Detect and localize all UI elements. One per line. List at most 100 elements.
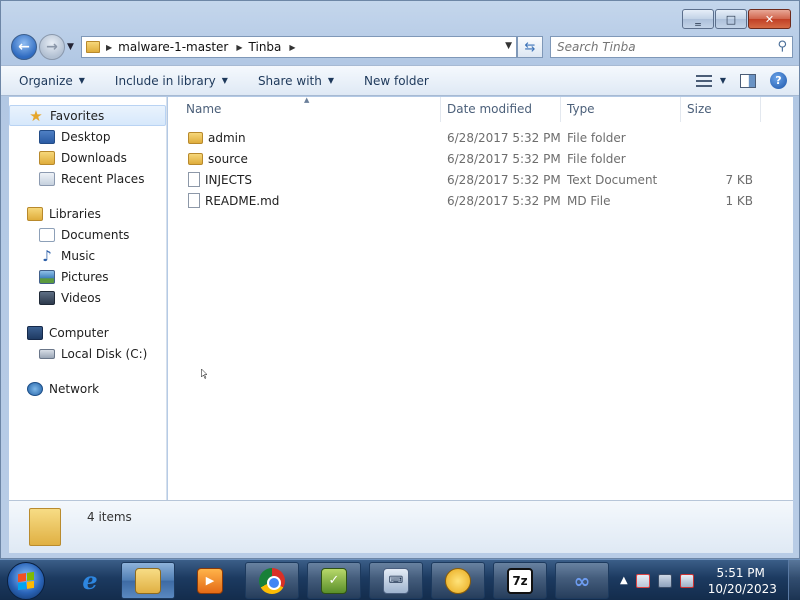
folder-icon (188, 131, 203, 144)
local-disk-icon (39, 348, 55, 359)
caption-buttons: ‗ □ ✕ (682, 9, 791, 29)
file-list: admin 6/28/2017 5:32 PM File folder sour… (168, 127, 793, 211)
sort-ascending-icon: ▲ (304, 95, 310, 104)
breadcrumb-separator-icon[interactable]: ▶ (289, 43, 295, 52)
internet-explorer-icon: e (82, 566, 98, 595)
chrome-icon (259, 567, 285, 594)
taskbar-tool-app[interactable]: ✓ (307, 562, 361, 599)
volume-muted-icon[interactable] (679, 573, 694, 588)
windows-logo-icon (18, 571, 34, 591)
sidebar-item-recent-places[interactable]: Recent Places (9, 168, 166, 189)
command-bar: Organize ▼ Include in library ▼ Share with… (1, 65, 799, 96)
seven-zip-icon: 7z (507, 567, 533, 594)
address-dropdown-icon[interactable]: ▼ (505, 41, 512, 51)
mouse-cursor-icon (201, 368, 208, 379)
file-row-injects[interactable]: INJECTS 6/28/2017 5:32 PM Text Document … (168, 169, 793, 190)
taskbar-windows-explorer[interactable] (121, 562, 175, 599)
help-icon[interactable]: ? (770, 72, 787, 89)
new-folder-button[interactable]: New folder (364, 74, 429, 88)
sidebar-item-libraries[interactable]: Libraries (9, 203, 166, 224)
file-type: File folder (567, 151, 626, 166)
show-desktop-button[interactable] (788, 560, 800, 600)
organize-button[interactable]: Organize ▼ (19, 74, 85, 88)
file-name: INJECTS (205, 172, 252, 187)
sidebar-item-pictures[interactable]: Pictures (9, 266, 166, 287)
file-name: admin (208, 130, 246, 145)
start-button[interactable] (7, 562, 45, 600)
taskbar-internet-explorer[interactable]: e (63, 562, 117, 599)
breadcrumb-tinba[interactable]: Tinba (249, 40, 282, 54)
file-row-source[interactable]: source 6/28/2017 5:32 PM File folder (168, 148, 793, 169)
sidebar-item-label: Computer (49, 325, 109, 340)
sidebar-item-documents[interactable]: Documents (9, 224, 166, 245)
chevron-down-icon: ▼ (719, 76, 726, 85)
back-button[interactable]: ← (11, 34, 37, 60)
share-with-button[interactable]: Share with ▼ (258, 74, 334, 88)
taskbar-media-player[interactable]: ▶ (183, 562, 237, 599)
file-type: File folder (567, 130, 626, 145)
minimize-icon: ‗ (695, 12, 701, 26)
search-icon[interactable]: ⚲ (777, 39, 787, 54)
column-header-date-modified[interactable]: Date modified (441, 96, 561, 122)
file-row-readme[interactable]: README.md 6/28/2017 5:32 PM MD File 1 KB (168, 190, 793, 211)
maximize-button[interactable]: □ (715, 9, 747, 29)
sidebar-item-label: Network (49, 381, 100, 396)
taskbar-on-screen-keyboard[interactable]: ⌨ (369, 562, 423, 599)
recent-pages-dropdown[interactable]: ▼ (67, 42, 74, 52)
action-center-icon[interactable] (635, 573, 650, 588)
sidebar-item-network[interactable]: Network (9, 378, 166, 399)
column-header-type[interactable]: Type (561, 96, 681, 122)
change-view-button[interactable]: ▼ (695, 74, 726, 87)
sidebar-item-label: Local Disk (C:) (61, 346, 148, 361)
media-player-icon: ▶ (197, 567, 223, 594)
sidebar-item-favorites[interactable]: ★ Favorites (9, 105, 166, 126)
column-header-label: Date modified (447, 102, 533, 116)
music-icon: ♪ (42, 246, 52, 265)
folder-icon (188, 152, 203, 165)
column-header-name[interactable]: ▲ Name (168, 95, 441, 122)
sidebar-item-local-disk[interactable]: Local Disk (C:) (9, 343, 166, 364)
file-row-admin[interactable]: admin 6/28/2017 5:32 PM File folder (168, 127, 793, 148)
sidebar-item-videos[interactable]: Videos (9, 287, 166, 308)
search-box: ⚲ (550, 36, 793, 58)
refresh-button[interactable]: ⇆ (517, 36, 543, 58)
sidebar-item-music[interactable]: ♪ Music (9, 245, 166, 266)
sidebar-item-computer[interactable]: Computer (9, 322, 166, 343)
address-bar[interactable]: ▶ malware-1-master ▶ Tinba ▶ ▼ (81, 36, 517, 58)
sidebar-item-label: Videos (61, 290, 101, 305)
file-size: 1 KB (725, 193, 753, 208)
forward-arrow-icon: → (46, 39, 58, 55)
network-status-icon[interactable] (657, 573, 672, 588)
taskbar-loop-app[interactable]: ∞ (555, 562, 609, 599)
file-type: MD File (567, 193, 611, 208)
sidebar-item-label: Desktop (61, 129, 111, 144)
network-group: Network (9, 378, 166, 399)
minimize-button[interactable]: ‗ (682, 9, 714, 29)
sidebar-item-downloads[interactable]: Downloads (9, 147, 166, 168)
folder-icon (86, 41, 100, 53)
show-hidden-icons-icon[interactable]: ▲ (620, 575, 628, 586)
taskbar-chrome[interactable] (245, 562, 299, 599)
videos-icon (39, 290, 55, 305)
text-file-icon (188, 172, 200, 187)
breadcrumb-separator-icon[interactable]: ▶ (106, 43, 112, 52)
sidebar-item-desktop[interactable]: Desktop (9, 126, 166, 147)
folder-icon (29, 508, 61, 546)
breadcrumb-separator-icon[interactable]: ▶ (236, 43, 242, 52)
chevron-down-icon: ▼ (327, 76, 334, 85)
close-button[interactable]: ✕ (748, 9, 791, 29)
search-input[interactable] (551, 37, 761, 57)
clock-time: 5:51 PM (716, 565, 765, 580)
taskbar-chat-app[interactable] (431, 562, 485, 599)
include-in-library-button[interactable]: Include in library ▼ (115, 74, 228, 88)
file-type: Text Document (567, 172, 658, 187)
libraries-group: Libraries Documents ♪ Music Pictures Vid… (9, 203, 166, 308)
forward-button[interactable]: → (39, 34, 65, 60)
taskbar-7zip[interactable]: 7z (493, 562, 547, 599)
sidebar-item-label: Music (61, 248, 96, 263)
preview-pane-icon[interactable] (740, 73, 756, 88)
file-icon (188, 193, 200, 208)
column-header-size[interactable]: Size (681, 96, 761, 122)
breadcrumb-malware-1-master[interactable]: malware-1-master (118, 40, 228, 54)
clock[interactable]: 5:51 PM 10/20/2023 (708, 565, 777, 597)
